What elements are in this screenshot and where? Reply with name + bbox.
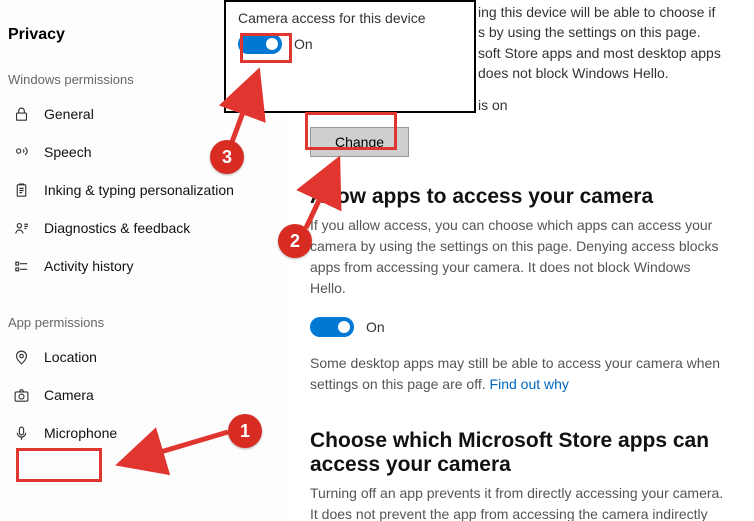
popup-toggle-row: On — [238, 34, 462, 54]
clipboard-icon — [12, 181, 30, 199]
sidebar-item-diagnostics[interactable]: Diagnostics & feedback — [0, 209, 287, 247]
popup-title: Camera access for this device — [238, 10, 462, 26]
sidebar-item-label: General — [44, 106, 94, 122]
lock-icon — [12, 105, 30, 123]
section-app-permissions: App permissions — [0, 305, 287, 338]
fragment-line: soft Store apps and most desktop apps — [478, 43, 724, 63]
location-icon — [12, 348, 30, 366]
sidebar-item-location[interactable]: Location — [0, 338, 287, 376]
camera-access-toggle-label: On — [294, 36, 313, 52]
sidebar-item-label: Diagnostics & feedback — [44, 220, 190, 236]
choose-apps-heading: Choose which Microsoft Store apps can ac… — [310, 429, 724, 477]
sidebar-item-inking[interactable]: Inking & typing personalization — [0, 171, 287, 209]
choose-apps-body: Turning off an app prevents it from dire… — [310, 483, 724, 521]
speech-icon — [12, 143, 30, 161]
sidebar-item-camera[interactable]: Camera — [0, 376, 287, 414]
feedback-icon — [12, 219, 30, 237]
sidebar-item-label: Speech — [44, 144, 91, 160]
sidebar-item-speech[interactable]: Speech — [0, 133, 287, 171]
find-out-why-link[interactable]: Find out why — [490, 376, 569, 392]
camera-access-toggle[interactable] — [238, 34, 282, 54]
sidebar-item-label: Location — [44, 349, 97, 365]
allow-apps-heading: Allow apps to access your camera — [310, 185, 724, 209]
desktop-apps-note: Some desktop apps may still be able to a… — [310, 353, 724, 395]
fragment-line: ing this device will be able to choose i… — [478, 2, 724, 22]
sidebar-item-label: Camera — [44, 387, 94, 403]
allow-apps-toggle-label: On — [366, 319, 385, 335]
fragment-line: does not block Windows Hello. — [478, 63, 724, 83]
allow-apps-toggle[interactable] — [310, 317, 354, 337]
sidebar-item-label: Inking & typing personalization — [44, 182, 234, 198]
sidebar-item-label: Microphone — [44, 425, 117, 441]
sidebar-item-microphone[interactable]: Microphone — [0, 414, 287, 452]
sidebar-item-label: Activity history — [44, 258, 133, 274]
change-button[interactable]: Change — [310, 127, 409, 157]
allow-apps-body: If you allow access, you can choose whic… — [310, 215, 724, 299]
microphone-icon — [12, 424, 30, 442]
allow-apps-toggle-row: On — [310, 317, 724, 337]
fragment-line: s by using the settings on this page. — [478, 22, 724, 42]
camera-access-popup: Camera access for this device On — [224, 0, 476, 113]
camera-icon — [12, 386, 30, 404]
sidebar-item-activity[interactable]: Activity history — [0, 247, 287, 285]
timeline-icon — [12, 257, 30, 275]
